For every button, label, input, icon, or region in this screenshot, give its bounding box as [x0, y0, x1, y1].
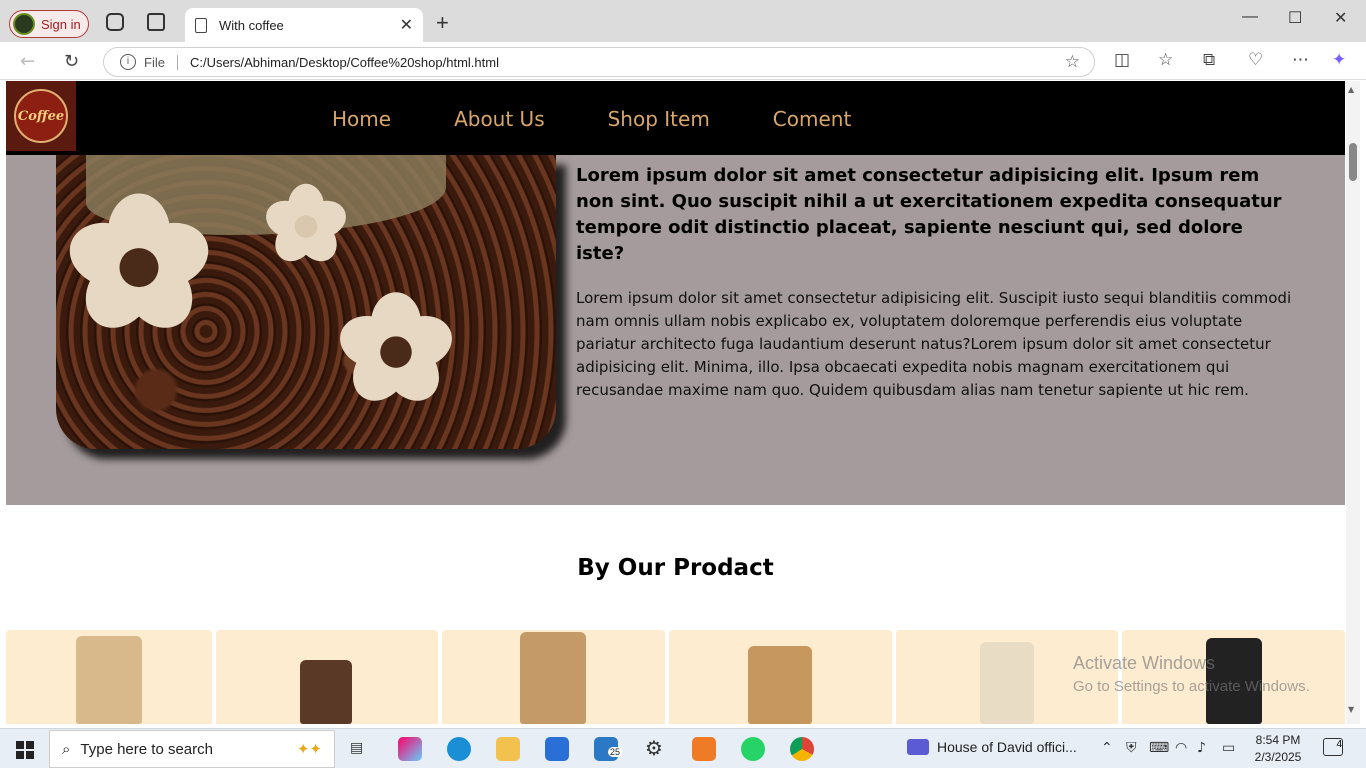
url-scheme-label: File — [144, 54, 178, 70]
tab-actions-icon[interactable] — [147, 13, 165, 31]
product-card[interactable] — [216, 630, 438, 724]
site-menu: Home About Us Shop Item Coment — [332, 107, 914, 131]
taskbar-search[interactable]: ⌕ Type here to search ✦✦ — [49, 730, 335, 768]
chevron-up-icon[interactable]: ⌃ — [1101, 740, 1113, 756]
wifi-icon[interactable]: ◠ — [1175, 740, 1187, 756]
edge-icon[interactable] — [447, 737, 471, 761]
whatsapp-icon[interactable] — [741, 737, 765, 761]
copilot-icon[interactable]: ✦ — [1332, 50, 1346, 70]
info-icon[interactable]: i — [120, 54, 136, 70]
hero-text: Lorem ipsum dolor sit amet consectetur a… — [576, 163, 1296, 402]
collections-icon[interactable]: ⧉ — [1203, 50, 1215, 70]
logo-badge: Coffee — [14, 89, 68, 143]
product-bag-image — [980, 642, 1034, 724]
media-title: House of David offici... — [937, 739, 1077, 755]
security-icon[interactable]: ⛨ — [1126, 740, 1137, 756]
system-clock[interactable]: 8:54 PM 2/3/2025 — [1253, 732, 1303, 766]
more-options-icon[interactable]: ⋯ — [1292, 50, 1309, 70]
page-viewport: Coffee Home About Us Shop Item Coment Lo… — [6, 81, 1345, 724]
workspaces-icon[interactable] — [106, 13, 124, 31]
maximize-icon[interactable]: ☐ — [1288, 8, 1302, 28]
minimize-icon[interactable]: — — [1242, 8, 1258, 26]
xampp-icon[interactable] — [692, 737, 716, 761]
product-bag-image — [76, 636, 142, 724]
chrome-icon[interactable] — [790, 737, 814, 761]
activate-windows-watermark: Activate Windows Go to Settings to activ… — [1073, 651, 1310, 699]
settings-gear-icon[interactable]: ⚙ — [645, 736, 663, 760]
clock-date: 2/3/2025 — [1254, 750, 1302, 764]
scroll-down-icon[interactable]: ▼ — [1348, 705, 1354, 714]
tab-title: With coffee — [219, 17, 284, 33]
back-icon[interactable]: ← — [20, 51, 35, 72]
nav-coment[interactable]: Coment — [773, 107, 852, 131]
wooden-flower — [333, 292, 459, 412]
language-icon[interactable]: ⌨ — [1149, 740, 1169, 756]
store-icon[interactable] — [545, 737, 569, 761]
profile-avatar-icon — [13, 13, 35, 35]
new-tab-button[interactable]: + — [436, 10, 449, 36]
media-play-icon — [907, 739, 929, 755]
sign-in-label: Sign in — [41, 16, 81, 32]
close-tab-icon[interactable]: ✕ — [400, 15, 413, 35]
hero-title: Lorem ipsum dolor sit amet consectetur a… — [576, 165, 1282, 264]
page-scrollbar[interactable]: ▲ ▼ — [1346, 81, 1360, 724]
product-card[interactable] — [442, 630, 665, 724]
close-window-icon[interactable]: ✕ — [1334, 8, 1347, 28]
favorite-star-icon[interactable]: ☆ — [1065, 52, 1080, 72]
page-icon — [195, 17, 207, 33]
nav-shop-item[interactable]: Shop Item — [608, 107, 710, 131]
search-placeholder: Type here to search — [80, 740, 213, 758]
url-text[interactable]: C:/Users/Abhiman/Desktop/Coffee%20shop/h… — [190, 55, 499, 70]
refresh-icon[interactable]: ↻ — [64, 51, 79, 72]
product-bag-image — [748, 646, 812, 724]
performance-icon[interactable]: ♡ — [1248, 50, 1263, 70]
product-bag-image — [300, 660, 352, 724]
watermark-title: Activate Windows — [1073, 653, 1216, 673]
mail-icon[interactable]: 25 — [594, 737, 623, 761]
product-card[interactable] — [669, 630, 892, 724]
scroll-up-icon[interactable]: ▲ — [1348, 85, 1354, 94]
volume-icon[interactable]: ♪ — [1197, 740, 1206, 756]
coffee-logo[interactable]: Coffee — [6, 81, 76, 151]
task-view-icon[interactable]: ▤ — [350, 740, 363, 756]
products-heading: By Our Prodact — [577, 555, 774, 581]
product-bag-image — [520, 632, 586, 724]
file-explorer-icon[interactable] — [496, 737, 520, 761]
product-card[interactable] — [6, 630, 212, 724]
site-navbar: Coffee Home About Us Shop Item Coment — [6, 81, 1345, 155]
coffee-beans-image — [56, 155, 556, 449]
windows-start-icon[interactable] — [16, 741, 34, 759]
watermark-subtitle: Go to Settings to activate Windows. — [1073, 678, 1310, 695]
url-bar[interactable]: i File C:/Users/Abhiman/Desktop/Coffee%2… — [103, 47, 1095, 77]
tab-with-coffee[interactable]: With coffee ✕ — [185, 8, 423, 42]
nav-about-us[interactable]: About Us — [454, 107, 545, 131]
mail-badge: 25 — [608, 747, 623, 757]
windows-taskbar: ⌕ Type here to search ✦✦ ▤ 25 ⚙ House of… — [0, 728, 1366, 768]
copilot-app-icon[interactable] — [398, 737, 422, 761]
hero-paragraph: Lorem ipsum dolor sit amet consectetur a… — [576, 289, 1292, 399]
nav-home[interactable]: Home — [332, 107, 391, 131]
sign-in-button[interactable]: Sign in — [9, 10, 89, 38]
wooden-flower — [261, 183, 351, 269]
favorites-icon[interactable]: ☆ — [1158, 50, 1173, 70]
sparkle-icon: ✦✦ — [296, 741, 322, 758]
wooden-flower — [61, 193, 217, 342]
keyboard-icon[interactable]: ▭ — [1222, 740, 1235, 756]
notification-center-icon[interactable]: 4 — [1323, 738, 1343, 756]
media-widget[interactable]: House of David offici... — [907, 739, 1077, 755]
browser-tab-bar: Sign in With coffee ✕ + — ☐ ✕ — [0, 0, 1366, 42]
search-icon: ⌕ — [62, 740, 71, 758]
split-screen-icon[interactable]: ◫ — [1114, 50, 1130, 70]
hero-section: Lorem ipsum dolor sit amet consectetur a… — [6, 155, 1345, 505]
scroll-thumb[interactable] — [1349, 143, 1357, 181]
notification-count: 4 — [1336, 739, 1342, 750]
clock-time: 8:54 PM — [1255, 733, 1301, 747]
